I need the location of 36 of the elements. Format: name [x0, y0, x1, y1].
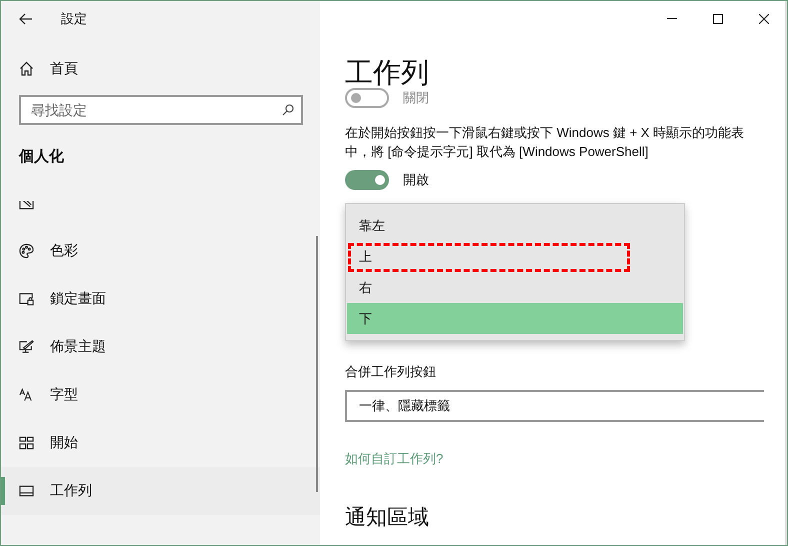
sidebar-item[interactable]: 工作列 [1, 466, 320, 514]
palette-icon [19, 242, 34, 258]
toggle-switch[interactable] [345, 170, 389, 190]
section-heading: 個人化 [19, 147, 64, 167]
dropdown-option[interactable]: 上 [347, 241, 683, 272]
dropdown-option[interactable]: 下 [347, 303, 683, 334]
dropdown-option[interactable]: 右 [347, 272, 683, 303]
minimize-icon [667, 18, 677, 19]
search-field[interactable]: 尋找設定 [19, 95, 303, 125]
toggle-label: 開啟 [403, 171, 429, 190]
window-title: 設定 [61, 10, 87, 28]
maximize-icon [713, 14, 723, 24]
home-link[interactable]: 首頁 [19, 58, 78, 79]
setting-label: 合併工作列按鈕 [345, 363, 436, 381]
toggle-label: 關閉 [403, 89, 429, 108]
description-text: 在於開始按鈕按一下滑鼠右鍵或按下 Windows 鍵 + X 時顯示的功能表中，將 [命令提示字元] 取代為 [Windows PowerShell] [345, 124, 746, 161]
section-title: 通知區域 [345, 505, 429, 531]
dropdown-field[interactable]: 一律、隱藏標籤 [345, 390, 764, 422]
dropdown-option[interactable]: 靠左 [347, 210, 683, 241]
sidebar-item[interactable]: 字型 [1, 370, 320, 418]
close-icon [759, 14, 769, 24]
lock-screen-icon [19, 292, 34, 306]
back-arrow-icon[interactable] [19, 12, 33, 24]
sidebar-item[interactable]: 色彩 [1, 226, 320, 274]
font-icon [19, 388, 34, 402]
taskbar-icon [19, 484, 34, 496]
home-icon [19, 61, 34, 76]
sidebar-item[interactable]: 開始 [1, 418, 320, 466]
page-title: 工作列 [345, 56, 429, 90]
toggle-switch[interactable] [345, 88, 389, 108]
start-tiles-icon [19, 436, 34, 450]
search-icon [282, 104, 294, 116]
sidebar-item[interactable]: 鎖定畫面 [1, 274, 320, 322]
monitor-brush-icon [19, 338, 34, 354]
scrollbar[interactable] [316, 236, 318, 492]
sidebar-item[interactable]: 佈景主題 [1, 322, 320, 370]
